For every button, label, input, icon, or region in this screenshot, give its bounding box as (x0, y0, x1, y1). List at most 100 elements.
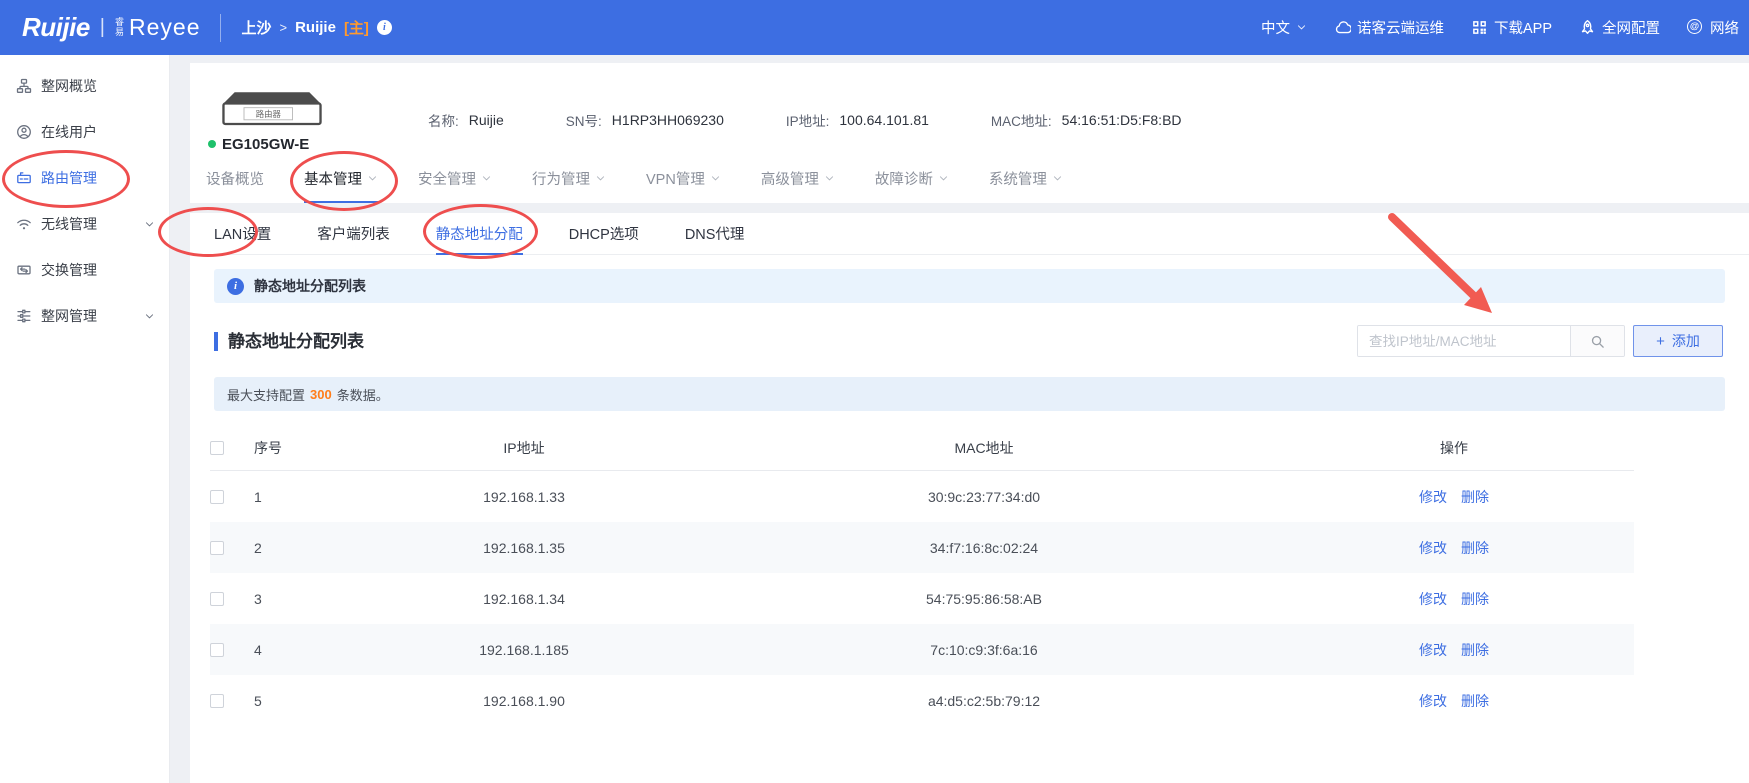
subtab-lan-settings[interactable]: LAN设置 (214, 213, 271, 255)
tab-label: 故障诊断 (874, 172, 933, 188)
sidebar-item-wireless-mgmt[interactable]: 无线管理 (0, 201, 169, 247)
table-row: 5 192.168.1.90 a4:d5:c2:5b:79:12 修改 删除 (210, 675, 1634, 726)
list-section-header: 静态地址分配列表 + 添 (214, 323, 1725, 359)
main-panel: LAN设置 客户端列表 静态地址分配 DHCP选项 DNS代理 i 静态地址分配列表 静… (190, 213, 1749, 783)
topbar-action-label: 网络 (1710, 21, 1739, 37)
topbar-action-label: 下载APP (1493, 21, 1552, 37)
add-button[interactable]: + 添加 (1633, 325, 1723, 357)
sidebar-item-label: 交换管理 (41, 262, 97, 278)
device-fields: 名称: Ruijie SN号: H1RP3HH069230 IP地址: 100.64.10… (428, 110, 1182, 130)
subtab-dhcp-options[interactable]: DHCP选项 (569, 213, 639, 255)
row-checkbox[interactable] (210, 540, 224, 555)
edit-link[interactable]: 修改 (1419, 589, 1447, 609)
table-body: 1 192.168.1.33 30:9c:23:77:34:d0 修改 删除 2 192.1… (210, 471, 1634, 726)
delete-link[interactable]: 删除 (1461, 691, 1489, 711)
row-actions: 修改 删除 (1274, 487, 1634, 507)
row-actions: 修改 删除 (1274, 640, 1634, 660)
row-mac-cell: 30:9c:23:77:34:d0 (927, 488, 1041, 505)
content-area: 路由器 EG105GW-E 名称: Ruijie SN号: H1RP3HH069230… (170, 55, 1749, 783)
row-checkbox[interactable] (210, 591, 224, 606)
edit-link[interactable]: 修改 (1419, 487, 1447, 507)
breadcrumb-site[interactable]: 上沙 (241, 17, 271, 38)
topbar-action-label: 诺客云端运维 (1356, 21, 1444, 37)
tab-diagnostics[interactable]: 故障诊断 (875, 168, 949, 203)
device-field-sn: SN号: H1RP3HH069230 (566, 110, 724, 130)
tab-vpn-mgmt[interactable]: VPN管理 (646, 168, 721, 203)
static-ip-table: 序号 IP地址 MAC地址 操作 1 192.168.1.33 30:9c:23:77:34… (210, 425, 1634, 726)
delete-link[interactable]: 删除 (1461, 487, 1489, 507)
delete-link[interactable]: 删除 (1461, 640, 1489, 660)
tab-label: 高级管理 (760, 172, 819, 188)
breadcrumb-device[interactable]: Ruijie (295, 19, 336, 36)
sidebar-item-label: 整网概览 (41, 78, 97, 94)
chevron-down-icon (824, 173, 835, 184)
device-field-value: H1RP3HH069230 (611, 112, 724, 128)
subtab-label: DNS代理 (684, 226, 745, 243)
cloud-icon (1334, 19, 1351, 36)
row-actions: 修改 删除 (1274, 538, 1634, 558)
sidebar-item-switch-mgmt[interactable]: 交换管理 (0, 247, 169, 293)
sidebar-item-online-users[interactable]: 在线用户 (0, 109, 169, 155)
tab-label: 设备概览 (206, 172, 264, 188)
tab-system-mgmt[interactable]: 系统管理 (989, 168, 1063, 203)
row-index-cell: 5 (254, 692, 262, 709)
topbar-action-whole-network-config[interactable]: 全网配置 (1579, 17, 1660, 38)
topbar-action-network[interactable]: @ 网络 (1687, 17, 1739, 38)
tab-advanced-mgmt[interactable]: 高级管理 (761, 168, 835, 203)
tab-security-mgmt[interactable]: 安全管理 (418, 168, 492, 203)
row-index-cell: 1 (254, 488, 262, 505)
topbar-divider (220, 13, 222, 42)
select-all-checkbox[interactable] (210, 440, 224, 455)
tab-behavior-mgmt[interactable]: 行为管理 (532, 168, 606, 203)
section-title: 静态地址分配列表 (214, 331, 364, 351)
online-user-icon (16, 124, 32, 140)
breadcrumb: 上沙 > Ruijie [主] i (241, 17, 392, 38)
info-banner: i 静态地址分配列表 (214, 269, 1725, 303)
tab-device-overview[interactable]: 设备概览 (206, 168, 264, 203)
tab-basic-mgmt[interactable]: 基本管理 (304, 168, 378, 203)
row-checkbox[interactable] (210, 642, 224, 657)
row-ip-cell: 192.168.1.185 (479, 641, 569, 658)
search-button[interactable] (1570, 326, 1624, 356)
topbar-action-language[interactable]: 中文 (1261, 17, 1307, 38)
edit-link[interactable]: 修改 (1419, 640, 1447, 660)
table-header-row: 序号 IP地址 MAC地址 操作 (210, 425, 1634, 471)
subtab-static-ip[interactable]: 静态地址分配 (435, 213, 523, 255)
search-input[interactable] (1358, 326, 1570, 356)
sidebar-item-network-mgmt[interactable]: 整网管理 (0, 293, 169, 339)
logo-sub-text: Reyee (129, 14, 201, 40)
row-ip-cell: 192.168.1.34 (483, 590, 565, 607)
logo-brand-text: Ruijie (22, 12, 90, 42)
sidebar-item-router-mgmt[interactable]: 路由管理 (0, 155, 169, 201)
info-icon[interactable]: i (376, 20, 392, 35)
add-button-label: 添加 (1671, 333, 1700, 349)
sidebar-item-overview[interactable]: 整网概览 (0, 63, 169, 109)
device-info-card: 路由器 EG105GW-E 名称: Ruijie SN号: H1RP3HH069230… (190, 63, 1749, 203)
delete-link[interactable]: 删除 (1461, 538, 1489, 558)
tab-label: VPN管理 (646, 172, 705, 188)
topbar-actions: 中文 诺客云端运维 下载APP 全网配置 @ 网络 (1261, 17, 1739, 38)
breadcrumb-separator: > (279, 20, 288, 35)
notice-highlight: 300 (310, 386, 332, 402)
table-row: 4 192.168.1.185 7c:10:c9:3f:6a:16 修改 删除 (210, 624, 1634, 675)
topbar-action-cloud-ops[interactable]: 诺客云端运维 (1334, 17, 1444, 38)
column-header-1: IP地址 (503, 439, 545, 456)
plus-icon: + (1656, 332, 1665, 350)
row-checkbox[interactable] (210, 489, 224, 504)
edit-link[interactable]: 修改 (1419, 538, 1447, 558)
chevron-down-icon (144, 219, 155, 230)
row-index-cell: 4 (254, 641, 262, 658)
topbar-action-label: 全网配置 (1602, 21, 1660, 37)
subtab-client-list[interactable]: 客户端列表 (317, 213, 390, 255)
logo-cn-text: 睿易 (115, 17, 125, 37)
online-status-dot (208, 140, 216, 148)
topbar-action-download-app[interactable]: 下载APP (1471, 17, 1552, 38)
notice-prefix: 最大支持配置 (227, 387, 306, 403)
edit-link[interactable]: 修改 (1419, 691, 1447, 711)
row-checkbox[interactable] (210, 693, 224, 708)
delete-link[interactable]: 删除 (1461, 589, 1489, 609)
capacity-notice: 最大支持配置 300 条数据。 (214, 377, 1725, 411)
row-index-cell: 2 (254, 539, 262, 556)
subtab-dns-proxy[interactable]: DNS代理 (685, 213, 745, 255)
network-mgmt-icon (16, 308, 32, 324)
